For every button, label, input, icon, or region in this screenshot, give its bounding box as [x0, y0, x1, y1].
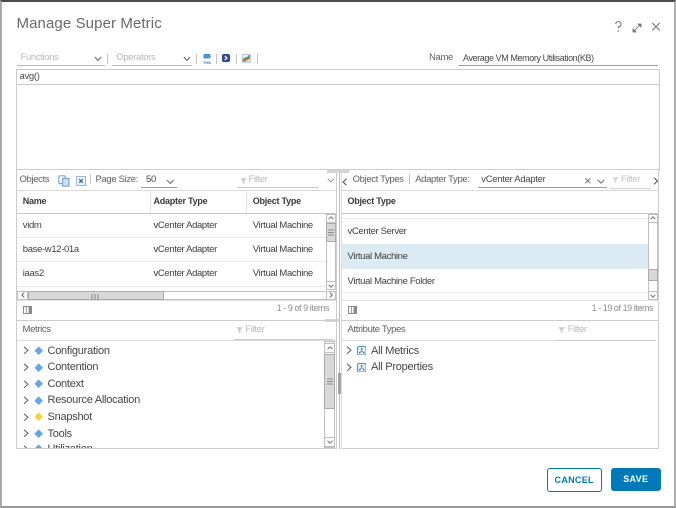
- svg-text:THIS: THIS: [203, 61, 211, 65]
